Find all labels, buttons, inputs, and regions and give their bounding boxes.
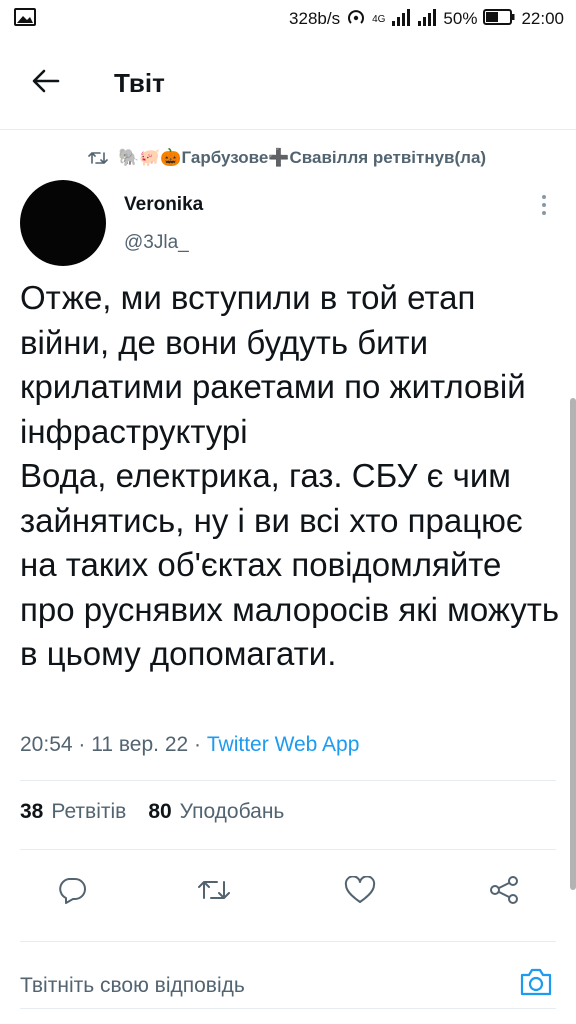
retweets-count: 38 xyxy=(20,800,44,823)
reply-input[interactable]: Твітніть свою відповідь xyxy=(20,974,245,998)
back-button[interactable] xyxy=(20,58,72,110)
divider xyxy=(20,941,556,942)
reply-bar: Твітніть свою відповідь xyxy=(20,963,556,1009)
like-button[interactable] xyxy=(340,872,380,912)
tweet-text: Отже, ми вступили в той етап війни, де в… xyxy=(20,279,560,672)
likes-stat[interactable]: 80 Уподобань xyxy=(148,800,284,824)
more-options-button[interactable] xyxy=(532,192,556,218)
reply-icon xyxy=(57,876,87,909)
meta-separator: · xyxy=(78,733,86,756)
heart-icon xyxy=(344,874,376,909)
battery-percent: 50% xyxy=(443,9,478,28)
battery-icon xyxy=(483,8,515,30)
author-name[interactable]: Veronika xyxy=(124,194,203,216)
clock: 22:00 xyxy=(521,9,564,28)
page-title: Твіт xyxy=(114,68,165,98)
signal-icon xyxy=(391,8,411,31)
tweet-date: 11 вер. 22 xyxy=(91,733,189,756)
divider xyxy=(20,780,556,781)
retweet-icon xyxy=(88,149,108,167)
tweet-stats: 38 Ретвітів 80 Уподобань xyxy=(20,800,284,824)
network-speed: 328b/s xyxy=(289,9,341,28)
share-icon xyxy=(488,875,520,910)
scrollbar[interactable] xyxy=(570,398,576,890)
reply-button[interactable] xyxy=(52,872,92,912)
network-type: 4G xyxy=(372,13,386,25)
retweet-button[interactable] xyxy=(194,872,234,912)
meta-separator: · xyxy=(194,733,202,756)
status-bar: 328b/s 4G 50% 22:00 xyxy=(0,0,576,38)
retweets-label: Ретвітів xyxy=(51,800,127,823)
tweet-time: 20:54 xyxy=(20,733,73,756)
likes-label: Уподобань xyxy=(179,800,285,823)
header: Твіт xyxy=(0,38,576,130)
avatar[interactable] xyxy=(20,180,106,266)
retweet-context-text: 🐘🐖🎃Гарбузове➕Свавілля ретвітнув(ла) xyxy=(118,148,487,167)
author-handle[interactable]: @3Jla_ xyxy=(124,232,189,254)
more-dot xyxy=(542,195,546,199)
retweet-context[interactable]: 🐘🐖🎃Гарбузове➕Свавілля ретвітнув(ла) xyxy=(88,148,486,168)
action-bar xyxy=(0,866,576,918)
more-dot xyxy=(542,211,546,215)
likes-count: 80 xyxy=(148,800,172,823)
retweet-icon xyxy=(197,877,231,908)
camera-button[interactable] xyxy=(516,965,556,1003)
tweet-source-link[interactable]: Twitter Web App xyxy=(207,733,360,756)
tweet-meta: 20:54 · 11 вер. 22 · Twitter Web App xyxy=(20,733,359,757)
more-dot xyxy=(542,203,546,207)
hotspot-icon xyxy=(346,8,366,31)
image-icon xyxy=(14,7,36,31)
share-button[interactable] xyxy=(484,872,524,912)
arrow-left-icon xyxy=(32,69,60,98)
camera-icon xyxy=(519,967,553,1002)
signal-icon xyxy=(417,8,437,31)
retweets-stat[interactable]: 38 Ретвітів xyxy=(20,800,126,824)
divider xyxy=(20,849,556,850)
